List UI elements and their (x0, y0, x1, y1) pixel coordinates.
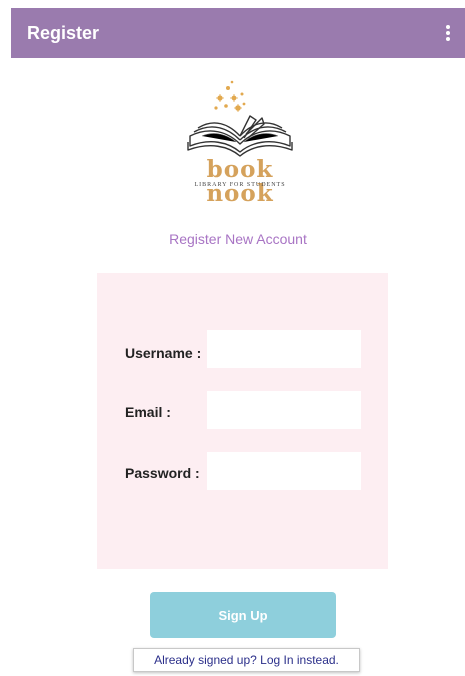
sign-up-button[interactable]: Sign Up (150, 592, 336, 638)
book-nook-logo: book nook LIBRARY FOR STUDENTS (172, 76, 308, 206)
open-book-icon (187, 80, 293, 157)
password-input[interactable] (207, 452, 361, 490)
page-heading: Register New Account (169, 231, 307, 247)
email-input[interactable] (207, 391, 361, 429)
overflow-menu-icon[interactable] (441, 22, 455, 44)
email-label: Email : (125, 404, 171, 420)
registration-form: Username : Email : Password : (97, 273, 388, 569)
app-bar: Register (11, 8, 465, 58)
brand-tagline: LIBRARY FOR STUDENTS (194, 182, 286, 188)
app-bar-title: Register (27, 22, 100, 43)
password-label: Password : (125, 465, 200, 481)
username-input[interactable] (207, 330, 361, 368)
login-instead-link[interactable]: Already signed up? Log In instead. (133, 648, 360, 672)
username-label: Username : (125, 345, 202, 361)
